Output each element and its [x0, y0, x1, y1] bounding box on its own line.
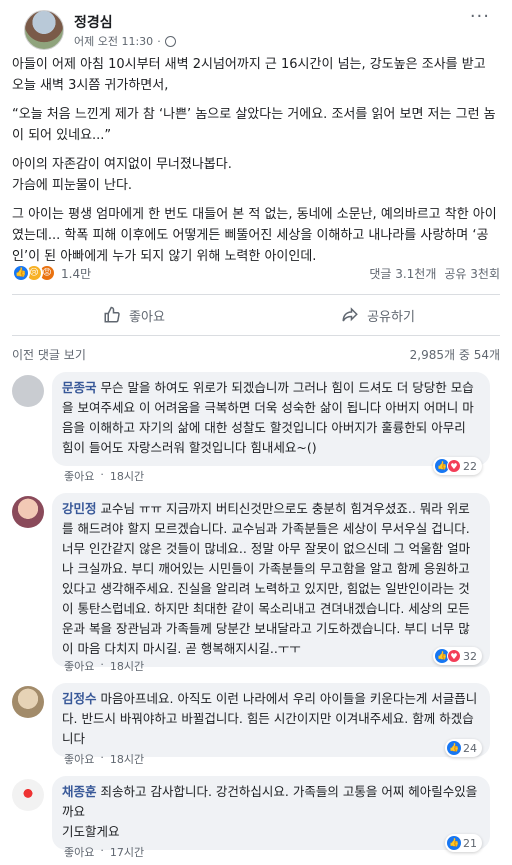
comment-reactions[interactable]: 👍 21 — [445, 834, 482, 852]
commenter-name[interactable]: 강민정 — [62, 501, 97, 516]
comment-reaction-count: 21 — [463, 836, 477, 850]
commenter-avatar[interactable] — [12, 686, 44, 718]
reaction-icons[interactable]: 👍 😢 😡 — [12, 264, 56, 282]
reactions-bar: 👍 😢 😡 1.4만 댓글 3.1천개 공유 3천회 — [12, 262, 500, 284]
heart-icon: ♥ — [447, 459, 461, 473]
post-stats: 댓글 3.1천개 공유 3천회 — [369, 265, 500, 282]
comment-footer: 좋아요 · 17시간 — [64, 844, 144, 860]
shares-count[interactable]: 공유 3천회 — [444, 265, 500, 282]
comment-text: 마음아프네요. 아직도 이런 나라에서 우리 아이들을 키운다는게 서글픕니다.… — [62, 691, 478, 746]
post-header: 정경심 어제 오전 11:30 · ··· — [12, 0, 500, 54]
share-label: 공유하기 — [367, 309, 415, 325]
post-paragraph: 그 아이는 평생 엄마에게 한 번도 대들어 본 적 없는, 동네에 소문난, … — [12, 207, 497, 264]
comment: 강민정 교수님 ㅠㅠ 지금까지 버티신것만으로도 충분히 힘겨우셨죠.. 뭐라 위… — [12, 493, 500, 683]
comments-count[interactable]: 댓글 3.1천개 — [369, 265, 436, 282]
previous-comments-link[interactable]: 이전 댓글 보기 — [12, 346, 86, 366]
comment-footer: 좋아요 · 18시간 — [64, 658, 144, 674]
comment-text: 죄송하고 감사합니다. 강건하십시요. 가족들의 고통을 어찌 헤아릴수있을까요… — [62, 784, 478, 839]
comment: 문종국 무슨 말을 하여도 위로가 되겠습니까 그러나 힘이 드셔도 더 당당한 … — [12, 372, 500, 484]
post-actions: 좋아요 공유하기 — [12, 294, 500, 336]
dot-separator: · — [100, 468, 104, 481]
like-button[interactable]: 좋아요 — [12, 295, 256, 335]
post-body: 아들이 어제 아침 10시부터 새벽 2시넘어까지 근 16시간이 넘는, 강도… — [12, 54, 500, 267]
comment-bubble: 김정수 마음아프네요. 아직도 이런 나라에서 우리 아이들을 키운다는게 서글픕… — [52, 683, 490, 757]
commenter-name[interactable]: 문종국 — [62, 380, 97, 395]
like-label: 좋아요 — [129, 309, 165, 325]
commenter-avatar[interactable] — [12, 779, 44, 811]
commenter-avatar[interactable] — [12, 375, 44, 407]
comment-reactions[interactable]: 👍 24 — [445, 739, 482, 757]
comment-time[interactable]: 18시간 — [110, 751, 144, 767]
comment-reaction-count: 32 — [463, 649, 477, 663]
comment: 김정수 마음아프네요. 아직도 이런 나라에서 우리 아이들을 키운다는게 서글픕… — [12, 683, 500, 766]
commenter-name[interactable]: 김정수 — [62, 691, 97, 706]
globe-icon — [164, 35, 176, 47]
comment-reaction-count: 24 — [463, 741, 477, 755]
comments-count-label: 2,985개 중 54개 — [409, 348, 500, 362]
like-reaction-icon: 👍 — [12, 264, 30, 282]
comment-like-link[interactable]: 좋아요 — [64, 658, 94, 674]
reaction-count[interactable]: 1.4만 — [61, 265, 91, 282]
post-paragraph: 아이의 자존감이 여지없이 무너졌나봅다. — [12, 157, 232, 172]
post-paragraph: 아들이 어제 아침 10시부터 새벽 2시넘어까지 근 16시간이 넘는, 강도… — [12, 57, 486, 93]
comment-footer: 좋아요 · 18시간 — [64, 468, 144, 484]
dot-separator: · — [157, 34, 161, 48]
heart-icon: ♥ — [447, 649, 461, 663]
like-icon: 👍 — [447, 741, 461, 755]
comment-bubble: 강민정 교수님 ㅠㅠ 지금까지 버티신것만으로도 충분히 힘겨우셨죠.. 뭐라 위… — [52, 493, 490, 667]
comment-time[interactable]: 18시간 — [110, 658, 144, 674]
comment: 채종훈 죄송하고 감사합니다. 강건하십시요. 가족들의 고통을 어찌 헤아릴수있… — [12, 776, 500, 861]
comment-reactions[interactable]: 👍 ♥ 32 — [433, 647, 482, 665]
comment-text: 교수님 ㅠㅠ 지금까지 버티신것만으로도 충분히 힘겨우셨죠.. 뭐라 위로를 … — [62, 501, 471, 656]
comment-reactions[interactable]: 👍 ♥ 22 — [433, 457, 482, 475]
comment-time[interactable]: 17시간 — [110, 844, 144, 860]
like-icon: 👍 — [447, 836, 461, 850]
share-icon — [342, 307, 358, 322]
comment-bubble: 문종국 무슨 말을 하여도 위로가 되겠습니까 그러나 힘이 드셔도 더 당당한 … — [52, 372, 490, 466]
post-meta: 어제 오전 11:30 · — [74, 33, 176, 49]
commenter-name[interactable]: 채종훈 — [62, 784, 97, 799]
author-name[interactable]: 정경심 — [74, 12, 113, 32]
post-time[interactable]: 어제 오전 11:30 — [74, 33, 153, 49]
dot-separator: · — [100, 844, 104, 857]
comment-text: 무슨 말을 하여도 위로가 되겠습니까 그러나 힘이 드셔도 더 당당한 모습을… — [62, 380, 474, 455]
author-avatar[interactable] — [24, 10, 64, 50]
comment-time[interactable]: 18시간 — [110, 468, 144, 484]
comment-reaction-count: 22 — [463, 459, 477, 473]
post-paragraph: “오늘 처음 느낀게 제가 참 ‘나쁜’ 놈으로 살았다는 거에요. 조서를 읽… — [12, 107, 496, 143]
share-button[interactable]: 공유하기 — [256, 295, 500, 335]
thumbs-up-icon — [104, 306, 120, 323]
comment-like-link[interactable]: 좋아요 — [64, 751, 94, 767]
post: 정경심 어제 오전 11:30 · ··· 아들이 어제 아침 10시부터 새벽… — [0, 0, 512, 342]
dot-separator: · — [100, 658, 104, 671]
post-paragraph: 가슴에 피눈물이 난다. — [12, 178, 133, 193]
dot-separator: · — [100, 751, 104, 764]
comment-like-link[interactable]: 좋아요 — [64, 468, 94, 484]
more-options-icon[interactable]: ··· — [470, 6, 490, 27]
commenter-avatar[interactable] — [12, 496, 44, 528]
comment-like-link[interactable]: 좋아요 — [64, 844, 94, 860]
comment-bubble: 채종훈 죄송하고 감사합니다. 강건하십시요. 가족들의 고통을 어찌 헤아릴수있… — [52, 776, 490, 850]
comment-footer: 좋아요 · 18시간 — [64, 751, 144, 767]
comments-header: 이전 댓글 보기 2,985개 중 54개 — [12, 346, 500, 366]
